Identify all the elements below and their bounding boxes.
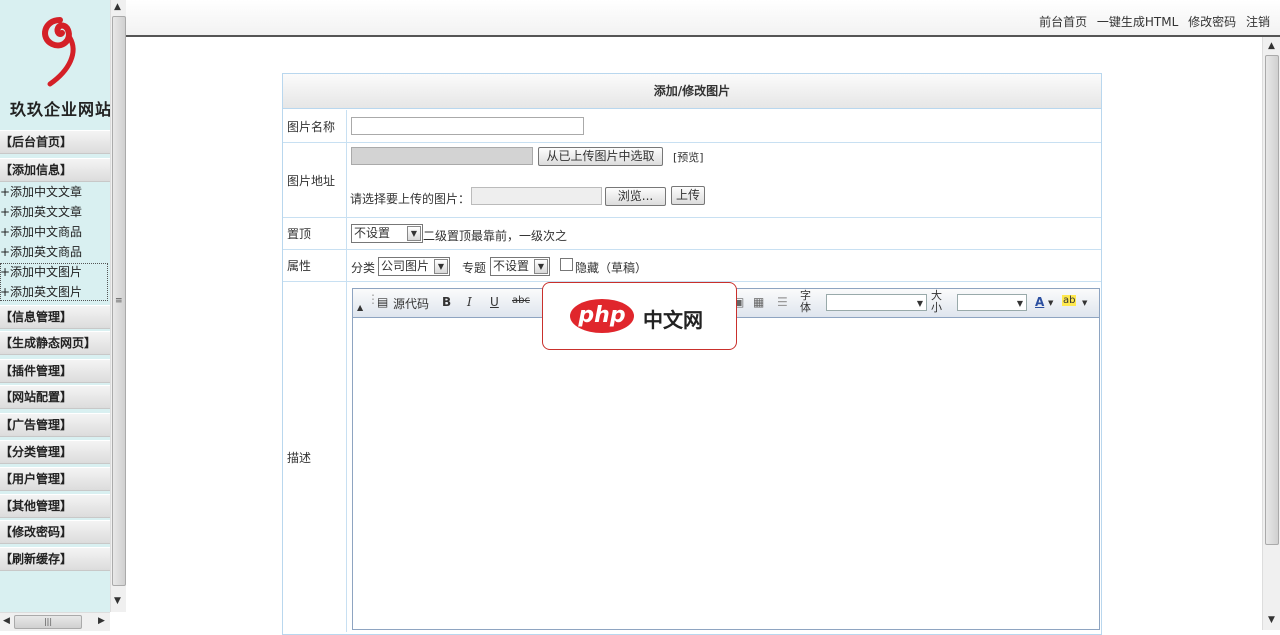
php-logo-text: php	[578, 303, 626, 328]
source-icon[interactable]: ▤	[377, 295, 388, 309]
label-top: 置顶	[283, 218, 347, 249]
size-select[interactable]: ▼	[957, 294, 1027, 311]
logo-icon	[42, 17, 76, 87]
top-bar: 前台首页 一键生成HTML 修改密码 注销	[126, 0, 1280, 37]
row-top: 置顶 不设置 ▼ 二级置顶最靠前，一级次之	[283, 218, 1101, 250]
topic-select-value: 不设置	[493, 259, 530, 273]
menu-plugin-manage[interactable]: 【插件管理】	[0, 359, 110, 383]
category-select[interactable]: 公司图片 ▼	[378, 257, 450, 276]
upload-file-input[interactable]	[471, 187, 602, 205]
sub-add-en-article[interactable]: +添加英文文章	[0, 203, 110, 222]
label-image-name: 图片名称	[283, 110, 347, 142]
topic-select[interactable]: 不设置 ▼	[490, 257, 550, 276]
scroll-right-icon[interactable]: ▶	[98, 616, 105, 626]
category-select-value: 公司图片	[381, 259, 430, 273]
menu-refresh-cache[interactable]: 【刷新缓存】	[0, 547, 110, 571]
chevron-down-icon[interactable]: ▼	[1048, 299, 1053, 307]
font-label: 字体	[800, 289, 811, 314]
logo: 玖玖企业网站	[0, 0, 110, 128]
scroll-down-icon[interactable]: ▼	[114, 596, 121, 606]
image-form: 添加/修改图片 图片名称 图片地址 从已上传图片中选取 [预览] 请选择要上传的…	[282, 73, 1102, 635]
underline-icon[interactable]: U	[490, 295, 499, 309]
menu-add-info[interactable]: 【添加信息】	[0, 158, 110, 182]
toolbar-collapse-icon[interactable]: ▲	[357, 303, 363, 312]
menu-home[interactable]: 【后台首页】	[0, 130, 110, 154]
menu-ad-manage[interactable]: 【广告管理】	[0, 413, 110, 437]
font-color-icon[interactable]: A	[1035, 295, 1044, 309]
chevron-down-icon: ▼	[534, 259, 548, 274]
hidden-checkbox[interactable]	[560, 258, 573, 271]
source-button[interactable]: 源代码	[393, 295, 429, 312]
italic-icon[interactable]: I	[467, 295, 472, 309]
sidebar-vertical-scrollbar[interactable]: ▲ ≡ ▼	[110, 0, 127, 612]
label-description: 描述	[283, 282, 347, 632]
chevron-down-icon: ▼	[1016, 299, 1023, 308]
chevron-down-icon: ▼	[916, 299, 923, 308]
link-change-password[interactable]: 修改密码	[1188, 15, 1236, 29]
upload-prompt: 请选择要上传的图片：	[350, 192, 471, 206]
sub-add-en-image[interactable]: +添加英文图片	[0, 283, 110, 302]
menu-category-manage[interactable]: 【分类管理】	[0, 440, 110, 464]
top-select-value: 不设置	[354, 226, 391, 240]
hidden-label: 隐藏（草稿）	[575, 261, 648, 275]
scroll-up-icon[interactable]: ▲	[1268, 41, 1275, 51]
scrollbar-thumb[interactable]: |||	[14, 615, 82, 629]
sub-add-en-product[interactable]: +添加英文商品	[0, 243, 110, 262]
sub-add-cn-product[interactable]: +添加中文商品	[0, 223, 110, 242]
label-attribute: 属性	[283, 250, 347, 281]
link-generate-html[interactable]: 一键生成HTML	[1097, 15, 1178, 29]
bold-icon[interactable]: B	[442, 295, 451, 309]
category-label: 分类	[351, 261, 376, 275]
horizontal-rule-icon[interactable]: ☰	[777, 295, 788, 309]
row-image-name: 图片名称	[283, 110, 1101, 143]
font-select[interactable]: ▼	[826, 294, 927, 311]
link-front-home[interactable]: 前台首页	[1039, 15, 1087, 29]
scroll-up-icon[interactable]: ▲	[114, 2, 121, 12]
sub-add-cn-image[interactable]: +添加中文图片	[0, 263, 110, 282]
image-name-input[interactable]	[351, 117, 584, 135]
main-vertical-scrollbar[interactable]: ▲ ▼	[1262, 37, 1280, 630]
menu-site-config[interactable]: 【网站配置】	[0, 385, 110, 409]
editor-content-area[interactable]	[353, 318, 1099, 629]
scroll-down-icon[interactable]: ▼	[1268, 615, 1275, 625]
top-links: 前台首页 一键生成HTML 修改密码 注销	[1033, 13, 1270, 30]
upload-button[interactable]: 上传	[671, 186, 705, 205]
browse-button[interactable]: 浏览...	[605, 187, 666, 206]
menu-change-password[interactable]: 【修改密码】	[0, 520, 110, 544]
preview-link[interactable]: [预览]	[673, 149, 704, 165]
top-select[interactable]: 不设置 ▼	[351, 224, 423, 243]
sidebar: 玖玖企业网站 【后台首页】 【添加信息】 +添加中文文章 +添加英文文章 +添加…	[0, 0, 110, 612]
sub-add-cn-article[interactable]: +添加中文文章	[0, 183, 110, 202]
table-icon[interactable]: ▦	[753, 295, 764, 309]
menu-user-manage[interactable]: 【用户管理】	[0, 467, 110, 491]
strikethrough-icon[interactable]: abc	[512, 295, 530, 306]
menu-generate-static[interactable]: 【生成静态网页】	[0, 331, 110, 355]
select-uploaded-button[interactable]: 从已上传图片中选取	[538, 147, 663, 166]
scroll-left-icon[interactable]: ◀	[3, 616, 10, 626]
chevron-down-icon: ▼	[407, 226, 421, 241]
image-address-input[interactable]	[351, 147, 533, 165]
sidebar-horizontal-scrollbar[interactable]: ◀ ||| ▶	[0, 612, 110, 631]
row-attribute: 属性 分类 公司图片 ▼ 专题 不设置 ▼ 隐藏（草稿）	[283, 250, 1101, 282]
row-image-address: 图片地址 从已上传图片中选取 [预览] 请选择要上传的图片： 浏览... 上传	[283, 143, 1101, 218]
scrollbar-thumb[interactable]	[1265, 55, 1279, 545]
php-watermark: php 中文网	[542, 282, 737, 350]
scroll-grip-icon: ≡	[115, 296, 123, 306]
php-cn-text: 中文网	[643, 308, 703, 332]
logo-text: 玖玖企业网站	[10, 100, 110, 119]
highlight-icon[interactable]: ab	[1062, 295, 1077, 306]
form-title: 添加/修改图片	[283, 74, 1101, 109]
menu-info-manage[interactable]: 【信息管理】	[0, 305, 110, 329]
menu-other-manage[interactable]: 【其他管理】	[0, 494, 110, 518]
chevron-down-icon: ▼	[434, 259, 448, 274]
link-logout[interactable]: 注销	[1246, 15, 1270, 29]
chevron-down-icon[interactable]: ▼	[1082, 299, 1087, 307]
left-frame: 玖玖企业网站 【后台首页】 【添加信息】 +添加中文文章 +添加英文文章 +添加…	[0, 0, 127, 631]
top-hint: 二级置顶最靠前，一级次之	[423, 229, 568, 243]
size-label: 大小	[931, 289, 942, 314]
topic-label: 专题	[462, 261, 487, 275]
label-image-address: 图片地址	[283, 143, 347, 217]
